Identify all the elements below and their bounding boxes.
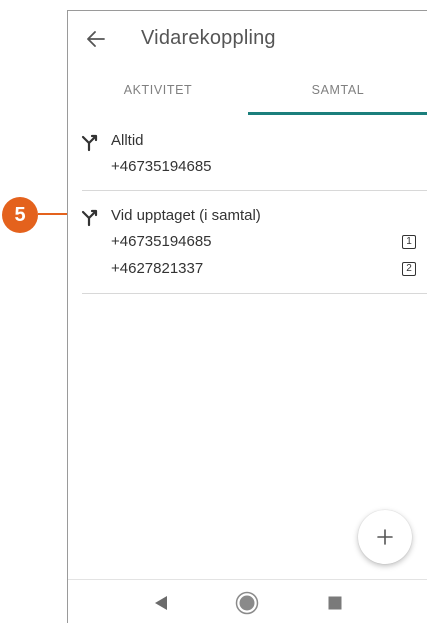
add-forward-button[interactable]: [358, 510, 412, 564]
nav-recents-button[interactable]: [315, 580, 355, 623]
order-badge: 2: [402, 262, 416, 276]
callout-marker: 5: [2, 197, 38, 233]
callout-number: 5: [14, 203, 26, 226]
plus-icon: [377, 529, 393, 545]
tab-bar: AKTIVITET SAMTAL: [68, 75, 427, 115]
app-bar: Vidarekoppling: [68, 11, 427, 67]
nav-back-button[interactable]: [141, 580, 181, 623]
arrow-left-icon: [87, 31, 105, 47]
tab-aktivitet[interactable]: AKTIVITET: [68, 75, 248, 115]
callout-pointer-line: [38, 213, 68, 215]
nav-home-button[interactable]: [227, 580, 267, 623]
rule-title: Vid upptaget (i samtal): [111, 207, 261, 224]
circle-home-icon: [235, 591, 259, 614]
tab-selected-indicator: [248, 112, 427, 115]
back-button[interactable]: [82, 25, 110, 53]
system-nav-bar: [68, 579, 427, 623]
forward-number: +4627821337: [111, 260, 204, 277]
phone-screen: Vidarekoppling AKTIVITET SAMTAL Alltid +…: [67, 10, 427, 623]
call-forward-icon: [81, 209, 98, 227]
screenshot-canvas: 5 Vidarekoppling AKTIVITET SAMTAL Alltid…: [0, 0, 427, 623]
order-badge: 1: [402, 235, 416, 249]
page-title: Vidarekoppling: [141, 27, 276, 49]
divider: [82, 293, 427, 294]
tab-samtal[interactable]: SAMTAL: [248, 75, 427, 115]
rule-title: Alltid: [111, 132, 144, 149]
divider: [82, 190, 427, 191]
call-forward-icon: [81, 134, 98, 152]
forward-number: +46735194685: [111, 158, 212, 175]
square-recents-icon: [328, 596, 342, 609]
triangle-back-icon: [155, 595, 167, 610]
forward-number: +46735194685: [111, 233, 212, 250]
